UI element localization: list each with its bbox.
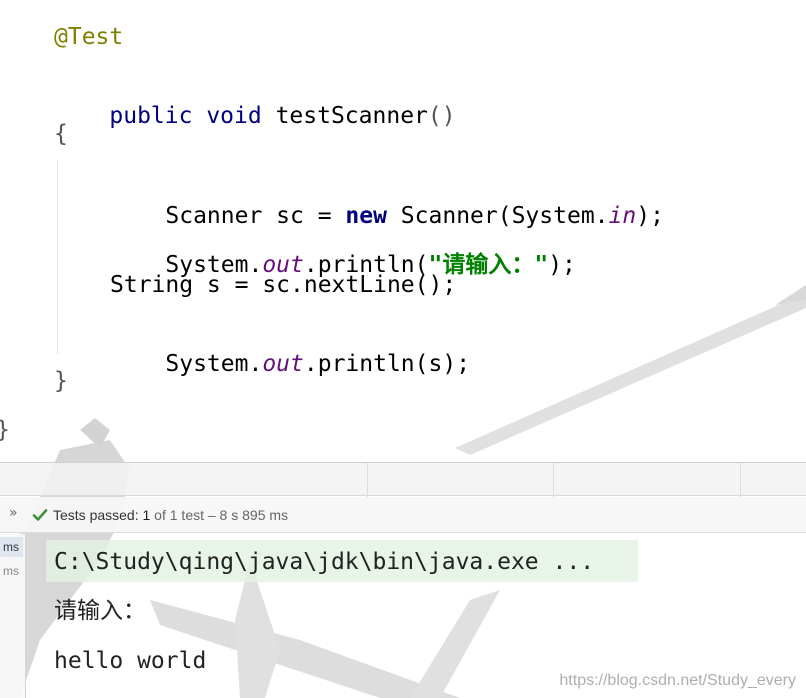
tool-window-header	[0, 462, 806, 497]
test-tree-item[interactable]: ms	[0, 537, 23, 557]
test-status-bar: » Tests passed: 1 of 1 test – 8 s 895 ms	[0, 497, 806, 533]
statement-end: );	[636, 203, 664, 229]
indent-guide	[57, 160, 58, 354]
method-modifiers: public void	[109, 103, 262, 129]
method-close-brace: }	[54, 368, 68, 394]
method-signature: public void testScanner()	[54, 71, 456, 161]
tests-duration: of 1 test – 8 s 895 ms	[150, 507, 289, 523]
test-tree-panel[interactable]: ms ms	[0, 534, 26, 698]
code-line-readline: String s = sc.nextLine();	[110, 272, 457, 298]
divider-segment	[740, 463, 741, 497]
method-open-brace: {	[54, 121, 68, 147]
divider-segment	[553, 463, 554, 497]
method-name: testScanner	[261, 103, 428, 129]
system-in-field: in	[608, 203, 637, 229]
divider-segment	[367, 463, 368, 497]
class-close-brace: }	[0, 415, 10, 445]
tests-passed-text: Tests passed: 1 of 1 test – 8 s 895 ms	[53, 506, 288, 524]
method-parens: ()	[427, 103, 456, 129]
test-tree-item[interactable]: ms	[3, 561, 19, 581]
println-call: .println(s);	[303, 351, 471, 377]
watermark-text: https://blog.csdn.net/Study_every	[559, 672, 796, 689]
console-prompt-output: 请输入：	[54, 598, 146, 624]
console-command-line[interactable]: C:\Study\qing\java\jdk\bin\java.exe ...	[54, 547, 594, 577]
tests-passed-label: Tests passed:	[53, 507, 143, 523]
code-line-print-result: System.out.println(s);	[110, 319, 470, 409]
statement-end: );	[548, 252, 576, 278]
system-class: System.	[165, 351, 263, 377]
system-out-field: out	[262, 351, 304, 377]
code-editor[interactable]: @Test public void testScanner() { Scanne…	[0, 0, 806, 462]
test-annotation: @Test	[54, 24, 124, 50]
console-user-input: hello world	[54, 648, 207, 674]
check-icon	[32, 509, 48, 521]
expand-toggle-icon[interactable]: »	[9, 505, 18, 521]
